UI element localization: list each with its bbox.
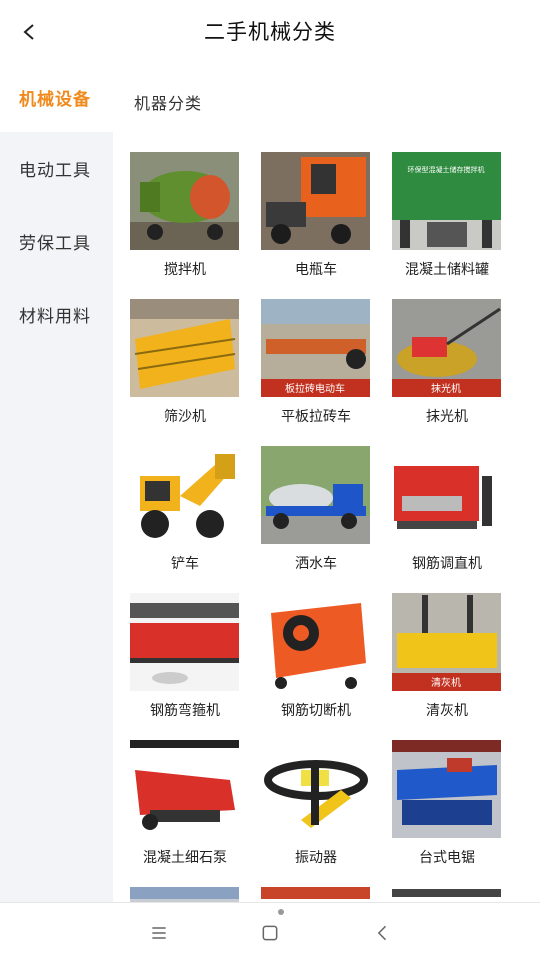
grid-item-ash-cleaner[interactable]: 清灰机 清灰机 [392,593,502,720]
section-title: 机器分类 [134,94,203,113]
grid-item-label: 振动器 [295,850,337,866]
page-title: 二手机械分类 [204,20,336,44]
concrete-pump-image [130,740,239,838]
main-content: 机器分类 搅拌机 电瓶车 环保型混凝土储存搅拌机 混凝土储料罐 筛沙机 板拉砖电… [113,62,540,902]
grid-item-label: 搅拌机 [164,262,206,278]
grid-item-concrete-tank[interactable]: 环保型混凝土储存搅拌机 混凝土储料罐 [392,152,502,279]
grid-item-label: 电瓶车 [295,262,337,278]
grid-item-concrete-pump[interactable]: 混凝土细石泵 [130,740,240,867]
ash-cleaner-banner-text: 清灰机 [431,676,461,689]
sidebar-item-machinery[interactable]: 机械设备 [0,62,113,132]
home-button[interactable] [258,921,282,945]
battery-cart-image [261,152,370,250]
grid-item-rebar-straightener[interactable]: 钢筋调直机 [392,446,502,573]
rebar-cutter-image [261,593,370,691]
grid-item-rebar-cutter[interactable]: 钢筋切断机 [261,593,371,720]
sidebar-item-power-tools[interactable]: 电动工具 [0,132,113,205]
rebar-bender-image [130,593,239,691]
grid-item-sand-screener[interactable]: 筛沙机 [130,299,240,426]
grid-item-label: 钢筋弯箍机 [150,703,220,719]
grid-item-partial-1[interactable] [130,887,240,902]
partial-image-3 [392,887,501,902]
grid-item-label: 平板拉砖车 [281,409,351,425]
flatbed-brick-cart-image: 板拉砖电动车 [261,299,370,397]
vibrator-image [261,740,370,838]
grid-item-label: 铲车 [171,556,199,572]
grid-item-label: 台式电锯 [419,850,475,866]
grid-item-power-trowel[interactable]: 抹光机 抹光机 [392,299,502,426]
concrete-tank-image: 环保型混凝土储存搅拌机 [392,152,501,250]
grid-item-label: 抹光机 [426,409,468,425]
grid-item-label: 混凝土储料罐 [405,262,489,278]
rebar-straightener-image [392,446,501,544]
header: 二手机械分类 [0,0,540,62]
nav-back-button[interactable] [371,921,395,945]
grid-item-label: 钢筋切断机 [281,703,351,719]
grid-item-label: 混凝土细石泵 [143,850,227,866]
grid-item-table-saw[interactable]: 台式电锯 [392,740,502,867]
tank-sign-text: 环保型混凝土储存搅拌机 [408,165,485,174]
loader-image [130,446,239,544]
grid-item-label: 筛沙机 [164,409,206,425]
grid-item-water-truck[interactable]: 洒水车 [261,446,371,573]
water-truck-image [261,446,370,544]
grid-item-partial-2[interactable] [261,887,371,902]
home-icon [262,925,278,941]
trowel-banner-text: 抹光机 [431,382,461,395]
table-saw-image [392,740,501,838]
grid-item-vibrator[interactable]: 振动器 [261,740,371,867]
grid-item-rebar-bender[interactable]: 钢筋弯箍机 [130,593,240,720]
category-sidebar: 机械设备 电动工具 劳保工具 材料用料 [0,62,113,902]
grid-item-mixer[interactable]: 搅拌机 [130,152,240,279]
grid-item-label: 洒水车 [295,556,337,572]
sidebar-item-materials[interactable]: 材料用料 [0,278,113,351]
grid-item-loader[interactable]: 铲车 [130,446,240,573]
menu-icon [152,927,166,939]
grid-item-flatbed-brick-cart[interactable]: 板拉砖电动车 平板拉砖车 [261,299,371,426]
grid-item-label: 钢筋调直机 [412,556,482,572]
partial-image-2 [261,887,370,902]
indicator-dot [278,909,284,915]
nav-back-icon [377,925,387,941]
sand-screener-image [130,299,239,397]
ash-cleaner-image: 清灰机 [392,593,501,691]
menu-button[interactable] [147,921,171,945]
grid-item-partial-3[interactable] [392,887,502,902]
brick-cart-banner-text: 板拉砖电动车 [285,382,345,395]
partial-image-1 [130,887,239,902]
grid-item-battery-cart[interactable]: 电瓶车 [261,152,371,279]
grid-item-label: 清灰机 [426,703,468,719]
system-nav-bar [0,902,540,960]
sidebar-item-safety-gear[interactable]: 劳保工具 [0,205,113,278]
power-trowel-image: 抹光机 [392,299,501,397]
mixer-image [130,152,239,250]
